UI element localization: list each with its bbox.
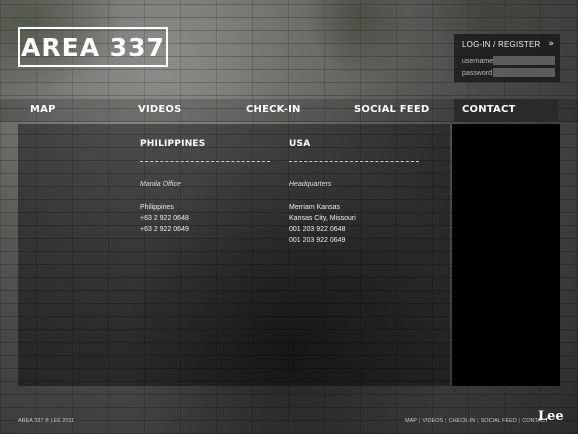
nav-map[interactable]: MAP bbox=[30, 104, 56, 115]
office-detail: Merriam Kansas bbox=[289, 204, 340, 211]
logo-text: AREA 337 bbox=[21, 32, 165, 62]
office-phone: 001 203 922 0649 bbox=[289, 237, 346, 244]
password-field[interactable] bbox=[493, 68, 555, 77]
footer-link-social-feed[interactable]: SOCIAL FEED bbox=[481, 418, 517, 424]
footer-separator: | bbox=[477, 418, 479, 424]
nav-social-feed[interactable]: SOCIAL FEED bbox=[354, 104, 429, 115]
office-country-heading: USA bbox=[289, 139, 311, 149]
site-logo[interactable]: AREA 337 bbox=[18, 27, 168, 67]
office-name: Manila Office bbox=[140, 181, 181, 188]
password-label: password bbox=[462, 70, 492, 77]
office-detail: Kansas City, Missouri bbox=[289, 215, 356, 222]
login-register-link[interactable]: LOG-IN / REGISTER bbox=[462, 40, 541, 49]
footer-nav: MAP | VIDEOS | CHECK-IN | SOCIAL FEED | … bbox=[405, 418, 548, 424]
lee-logo[interactable]: Lee bbox=[538, 409, 564, 424]
footer-link-map[interactable]: MAP bbox=[405, 418, 417, 424]
office-detail: Philippines bbox=[140, 204, 174, 211]
footer-copyright: AREA 337 ® LEE 2011 bbox=[18, 418, 75, 424]
divider bbox=[289, 161, 419, 162]
office-name: Headquarters bbox=[289, 181, 332, 188]
nav-check-in[interactable]: CHECK-IN bbox=[246, 104, 301, 115]
contact-content-panel bbox=[18, 124, 450, 386]
footer-separator: | bbox=[445, 418, 447, 424]
nav-videos[interactable]: VIDEOS bbox=[138, 104, 182, 115]
office-country-heading: PHILIPPINES bbox=[140, 139, 206, 149]
footer-separator: | bbox=[518, 418, 521, 424]
footer-separator: | bbox=[418, 418, 421, 424]
side-panel bbox=[452, 124, 560, 386]
office-phone: +63 2 922 0649 bbox=[140, 226, 189, 233]
username-label: username bbox=[462, 58, 494, 65]
username-field[interactable] bbox=[493, 56, 555, 65]
login-submit-icon[interactable]: » bbox=[548, 39, 554, 49]
office-phone: +63 2 922 0648 bbox=[140, 215, 189, 222]
divider bbox=[140, 161, 270, 162]
office-phone: 001 203 922 0648 bbox=[289, 226, 346, 233]
footer-link-check-in[interactable]: CHECK-IN bbox=[449, 418, 476, 424]
footer-link-videos[interactable]: VIDEOS bbox=[422, 418, 443, 424]
nav-contact[interactable]: CONTACT bbox=[462, 104, 516, 115]
